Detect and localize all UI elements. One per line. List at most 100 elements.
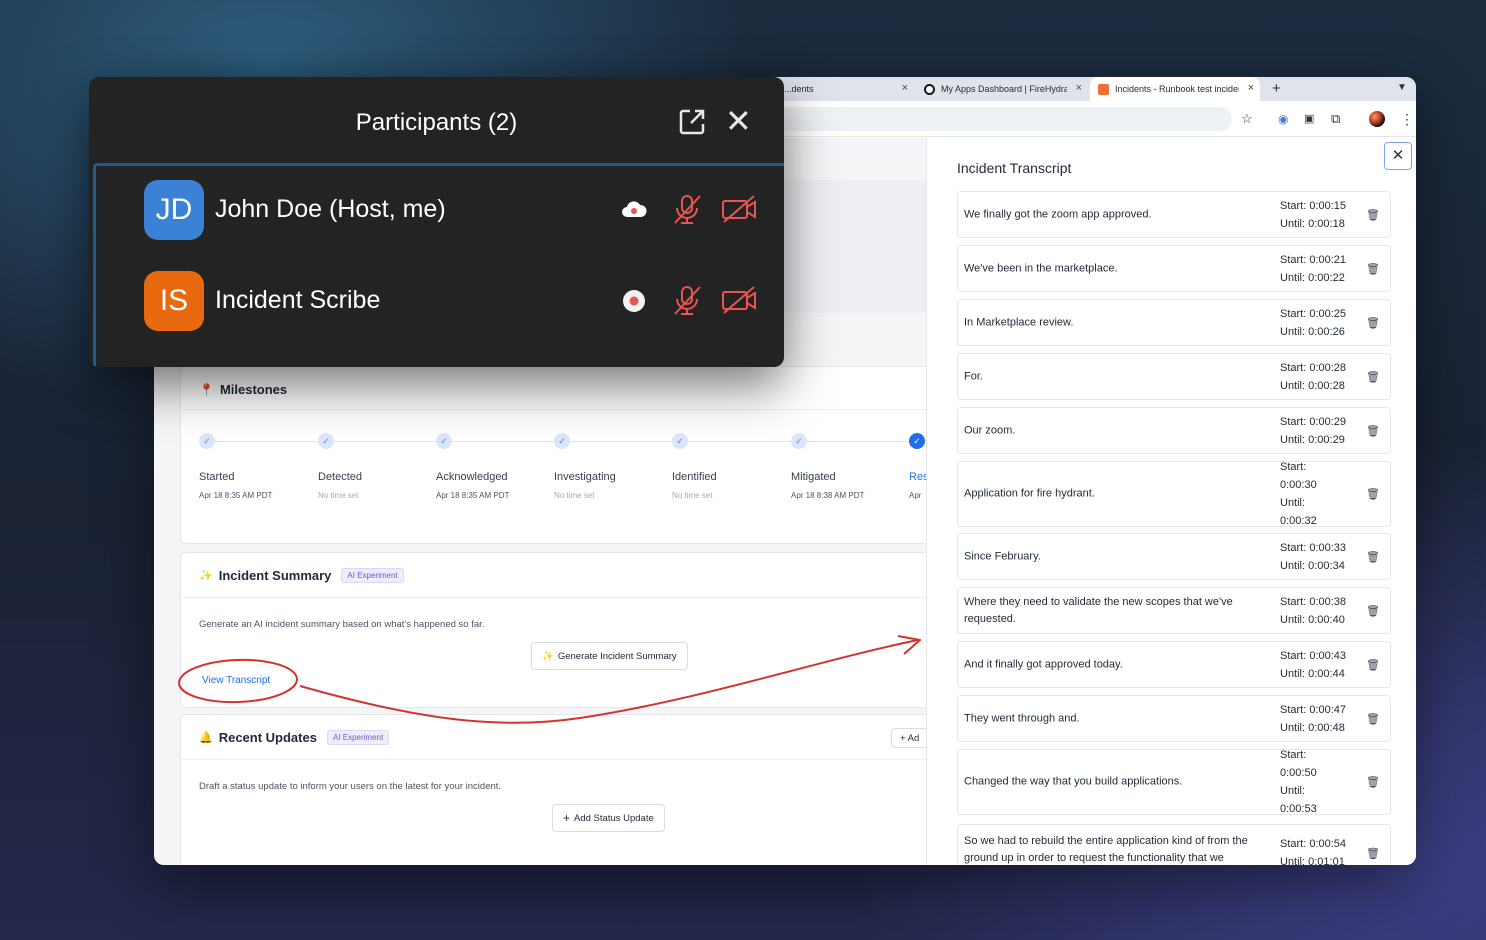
milestone-name: Started <box>199 471 235 483</box>
milestone-time: Apr <box>909 491 922 500</box>
tab-close-icon[interactable]: × <box>902 82 908 94</box>
participant-name: Incident Scribe <box>215 286 381 314</box>
add-update-button[interactable]: + Ad <box>891 728 929 748</box>
transcript-entry: So we had to rebuild the entire applicat… <box>957 824 1391 865</box>
extension-icon[interactable]: ◉ <box>1278 110 1288 128</box>
start-time: Start: 0:00:29 <box>1280 415 1347 428</box>
tab-incidents-partial[interactable]: ...dents × <box>774 77 914 101</box>
mic-muted-icon[interactable] <box>670 192 704 226</box>
trash-icon[interactable]: 🗑 <box>1366 847 1380 860</box>
new-tab-button[interactable]: + <box>1272 80 1281 97</box>
transcript-times: Start: 0:00:28 Until: 0:00:28 <box>1280 359 1362 395</box>
mic-muted-icon[interactable] <box>670 283 704 317</box>
trash-icon[interactable]: 🗑 <box>1366 424 1380 437</box>
transcript-entry: And it finally got approved today. Start… <box>957 641 1391 688</box>
milestone-time: Apr 18 8:38 AM PDT <box>791 491 865 500</box>
transcript-times: Start: 0:00:25 Until: 0:00:26 <box>1280 305 1362 341</box>
tab-close-icon[interactable]: × <box>1076 82 1082 94</box>
trash-icon[interactable]: 🗑 <box>1366 488 1380 501</box>
transcript-entry: We've been in the marketplace. Start: 0:… <box>957 245 1391 292</box>
until-time: Until: 0:00:44 <box>1280 667 1345 680</box>
participant-row[interactable]: IS Incident Scribe <box>96 257 784 345</box>
transcript-text: Since February. <box>964 550 1041 562</box>
milestone-time: No time set <box>554 491 595 500</box>
video-off-icon[interactable] <box>721 194 757 224</box>
trash-icon[interactable]: 🗑 <box>1366 658 1380 671</box>
ai-experiment-badge: AI Experiment <box>326 730 390 745</box>
profile-avatar[interactable] <box>1369 111 1385 127</box>
tab-title: Incidents - Runbook test incident <box>1115 84 1239 94</box>
until-time: Until: 0:00:34 <box>1280 559 1345 572</box>
milestone-current-check-icon[interactable]: ✓ <box>909 433 925 449</box>
milestone-name: Investigating <box>554 471 616 483</box>
start-time: Start: 0:00:47 <box>1280 703 1347 716</box>
bookmark-star-icon[interactable]: ☆ <box>1241 110 1253 128</box>
chevron-down-icon[interactable]: ▼ <box>1394 80 1410 96</box>
avatar: JD <box>144 180 204 240</box>
participant-row[interactable]: JD John Doe (Host, me) <box>96 166 784 254</box>
until-time: Until: 0:00:29 <box>1280 433 1345 446</box>
camera-icon[interactable]: ▣ <box>1304 110 1314 128</box>
milestone-check-icon[interactable]: ✓ <box>791 433 807 449</box>
generate-summary-button[interactable]: ✨ Generate Incident Summary <box>531 642 688 670</box>
transcript-text: For. <box>964 370 983 382</box>
transcript-text: We've been in the marketplace. <box>964 262 1118 274</box>
tab-my-apps-dashboard[interactable]: My Apps Dashboard | FireHydrant × <box>916 77 1088 101</box>
participant-name: John Doe (Host, me) <box>215 195 446 223</box>
start-time: Start: 0:00:30 <box>1280 461 1317 491</box>
milestone-check-icon[interactable]: ✓ <box>318 433 334 449</box>
okta-favicon-icon <box>924 83 935 95</box>
tab-incidents-runbook[interactable]: Incidents - Runbook test incident × <box>1090 77 1260 101</box>
milestone-check-icon[interactable]: ✓ <box>199 433 215 449</box>
milestone-check-icon[interactable]: ✓ <box>554 433 570 449</box>
transcript-times: Start: 0:00:15 Until: 0:00:18 <box>1280 197 1362 233</box>
puzzle-icon[interactable]: ⧉ <box>1331 110 1340 128</box>
start-time: Start: 0:00:25 <box>1280 307 1347 320</box>
milestone-check-icon[interactable]: ✓ <box>436 433 452 449</box>
start-time: Start: 0:00:50 <box>1280 749 1317 779</box>
more-menu-icon[interactable]: ⋮ <box>1400 110 1414 128</box>
trash-icon[interactable]: 🗑 <box>1366 712 1380 725</box>
start-time: Start: 0:00:43 <box>1280 649 1347 662</box>
video-off-icon[interactable] <box>721 285 757 315</box>
milestone-time: No time set <box>672 491 713 500</box>
trash-icon[interactable]: 🗑 <box>1366 262 1380 275</box>
sparkle-icon: ✨ <box>542 650 554 662</box>
trash-icon[interactable]: 🗑 <box>1366 604 1380 617</box>
participants-list: JD John Doe (Host, me) IS Incident Scrib… <box>93 163 784 367</box>
close-icon[interactable]: ✕ <box>1384 142 1412 170</box>
plus-icon: + <box>563 811 571 825</box>
trash-icon[interactable]: 🗑 <box>1366 776 1380 789</box>
trash-icon[interactable]: 🗑 <box>1366 550 1380 563</box>
bell-icon: 🔔 <box>199 732 213 744</box>
start-time: Start: 0:00:21 <box>1280 253 1347 266</box>
transcript-times: Start: 0:00:21 Until: 0:00:22 <box>1280 251 1362 287</box>
tab-title: My Apps Dashboard | FireHydrant <box>941 84 1067 94</box>
transcript-entry: For. Start: 0:00:28 Until: 0:00:28 🗑 <box>957 353 1391 400</box>
trash-icon[interactable]: 🗑 <box>1366 370 1380 383</box>
view-transcript-link[interactable]: View Transcript <box>202 675 270 686</box>
trash-icon[interactable]: 🗑 <box>1366 316 1380 329</box>
tab-close-icon[interactable]: × <box>1248 82 1254 94</box>
transcript-entry: Changed the way that you build applicati… <box>957 749 1391 815</box>
recent-updates-card: 🔔 Recent Updates AI Experiment + Ad Draf… <box>180 714 940 865</box>
add-status-update-button[interactable]: + Add Status Update <box>552 804 665 832</box>
milestone-name: Identified <box>672 471 717 483</box>
milestone-time: Apr 18 8:35 AM PDT <box>436 491 510 500</box>
transcript-times: Start: 0:00:50 Until: 0:00:53 <box>1280 746 1340 818</box>
start-time: Start: 0:00:15 <box>1280 199 1347 212</box>
transcript-entry: Application for fire hydrant. Start: 0:0… <box>957 461 1391 527</box>
transcript-text: In Marketplace review. <box>964 316 1074 328</box>
divider <box>181 759 939 760</box>
transcript-entry: Since February. Start: 0:00:33 Until: 0:0… <box>957 533 1391 580</box>
transcript-times: Start: 0:00:43 Until: 0:00:44 <box>1280 647 1362 683</box>
until-time: Until: 0:01:01 <box>1280 856 1345 865</box>
start-time: Start: 0:00:54 <box>1280 838 1347 850</box>
tab-title: ...dents <box>784 84 814 94</box>
trash-icon[interactable]: 🗑 <box>1366 208 1380 221</box>
milestone-check-icon[interactable]: ✓ <box>672 433 688 449</box>
pop-out-icon[interactable] <box>677 107 707 137</box>
recording-icon <box>623 290 645 312</box>
transcript-text: Application for fire hydrant. <box>964 487 1095 500</box>
close-icon[interactable]: ✕ <box>725 103 752 139</box>
